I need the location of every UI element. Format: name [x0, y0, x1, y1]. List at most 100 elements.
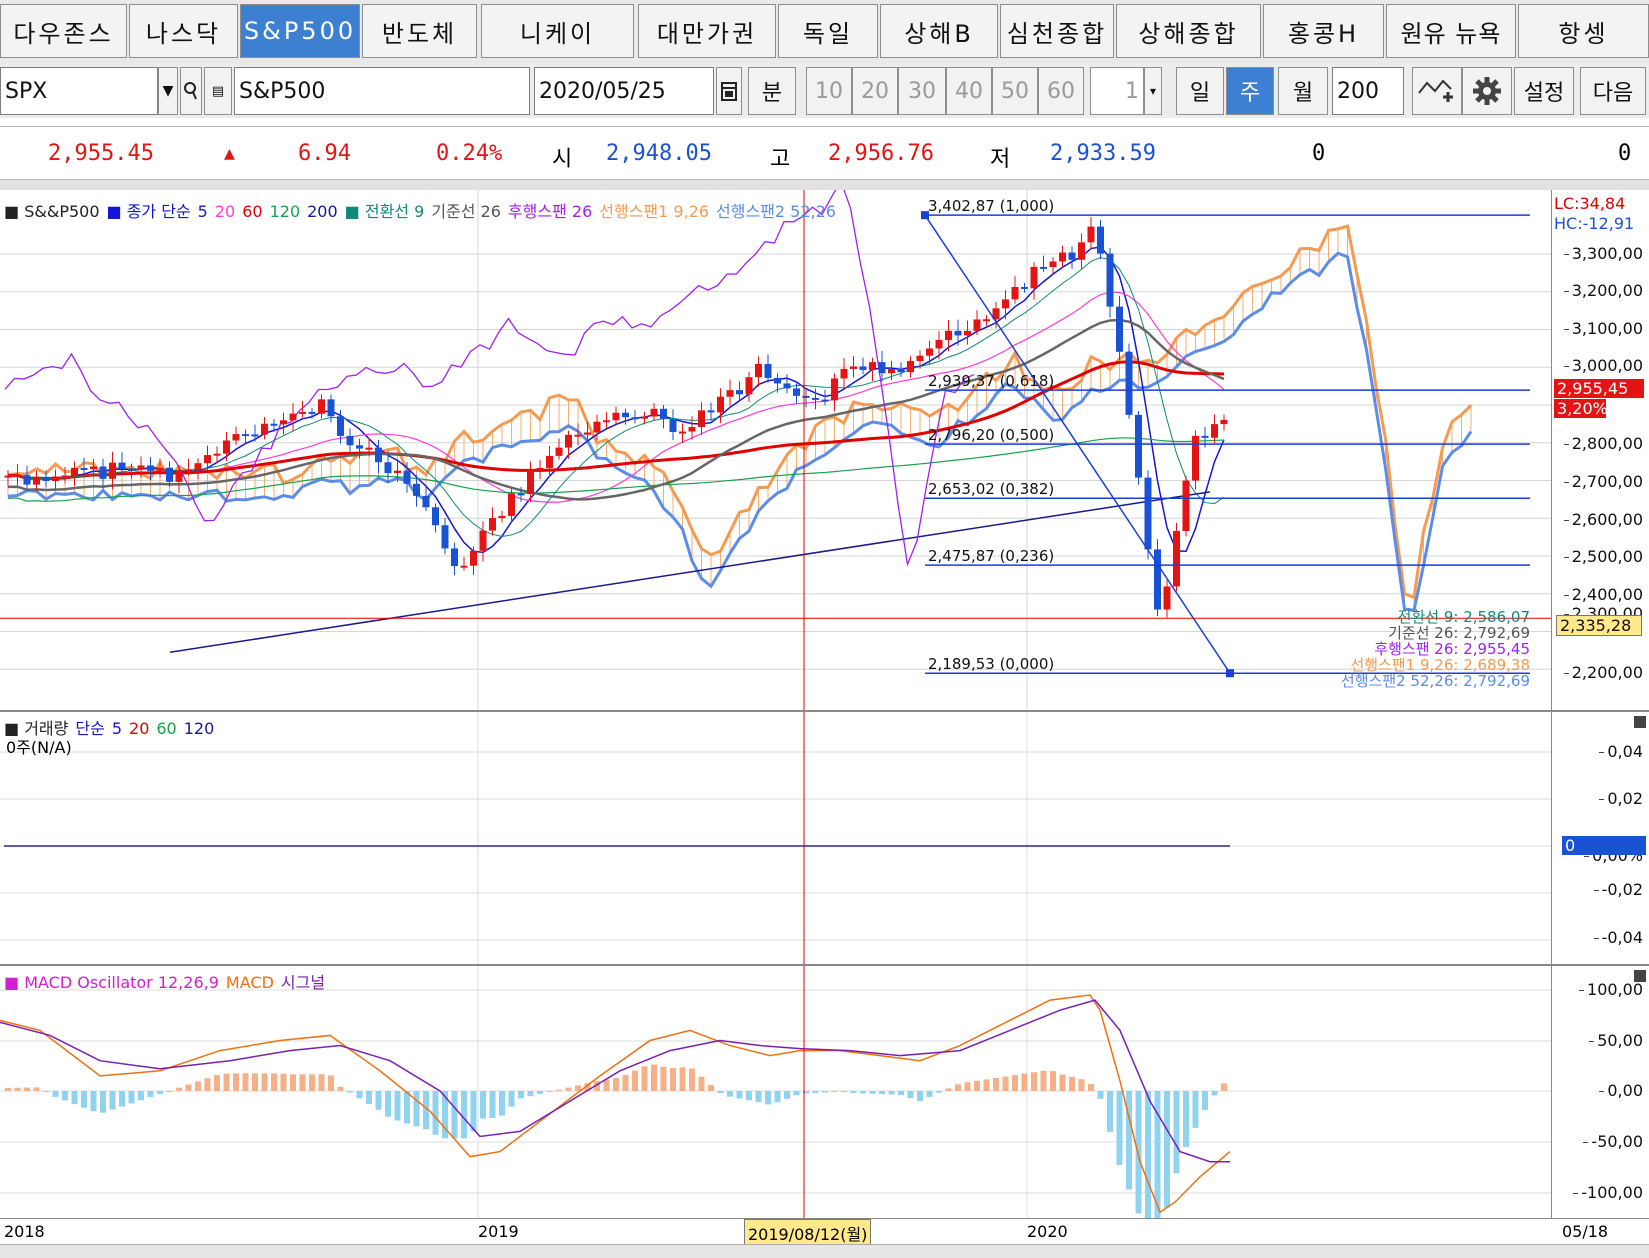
next-button[interactable]: 다음	[1580, 67, 1646, 115]
candle-body	[337, 416, 344, 436]
tab-taiwan[interactable]: 대만가권	[638, 4, 776, 58]
candle-body	[403, 470, 411, 484]
macd_panel-legend-item[interactable]: MACD	[226, 973, 274, 992]
count-input[interactable]: 1	[1090, 67, 1144, 115]
candle-body	[831, 378, 838, 401]
price-y-axis[interactable]: 3,300,00 3,200,00 3,100,00 3,000,00 2,800,00…	[1551, 190, 1649, 710]
symbol-dropdown[interactable]: ▼	[158, 67, 178, 115]
quote-bar: 2,955.45 ▲ 6.94 0.24% 시 2,948.05 고 2,956…	[0, 126, 1649, 180]
volume_panel-legend-item[interactable]: 5	[112, 719, 122, 738]
price-chart[interactable]: 3,402,87 (1,000)2,939,37 (0,618)2,796,20…	[0, 190, 1551, 710]
count-dropdown[interactable]: ▾	[1144, 67, 1162, 115]
price_panel-legend-item[interactable]: 20	[215, 202, 235, 221]
search-icon[interactable]	[180, 67, 202, 115]
volume_panel-legend-item[interactable]: 60	[156, 719, 176, 738]
tab-dow[interactable]: 다우존스	[0, 4, 127, 58]
period-20-button[interactable]: 20	[852, 67, 898, 115]
candle-body	[1144, 477, 1152, 550]
date-input[interactable]: 2020/05/25	[534, 67, 714, 115]
close-macd-panel-icon[interactable]	[1634, 970, 1646, 982]
volume_panel-legend-item[interactable]: 120	[184, 719, 215, 738]
volume-panel[interactable]: ■ 거래량 단순 5 20 60 120 0주(N/A)	[0, 712, 1551, 964]
oscillator-bar	[793, 1091, 800, 1096]
gear-icon[interactable]	[1462, 67, 1512, 115]
month-button[interactable]: 월	[1278, 67, 1328, 115]
period-60-button[interactable]: 60	[1038, 67, 1084, 115]
symbol-list-icon[interactable]: ▤	[204, 67, 232, 115]
candle-body	[688, 427, 696, 432]
period-30-button[interactable]: 30	[898, 67, 946, 115]
close-volume-panel-icon[interactable]	[1634, 716, 1646, 728]
oscillator-bar	[1135, 1091, 1142, 1214]
tab-hangseng[interactable]: 항셍	[1518, 4, 1649, 58]
macd-chart[interactable]	[0, 966, 1551, 1218]
tab-shenzhen[interactable]: 심천종합	[1000, 4, 1114, 58]
price_panel-legend-item[interactable]: 200	[307, 202, 338, 221]
settings-button[interactable]: 설정	[1514, 67, 1574, 115]
price_panel-legend-item[interactable]: ■ 전환선 9	[345, 202, 425, 221]
tab-germany[interactable]: 독일	[778, 4, 878, 58]
market-tab-bar: 다우존스 나스닥 S&P500 반도체 니케이 대만가권 독일 상해B 심천종합…	[0, 0, 1649, 64]
macd-panel[interactable]: ■ MACD Oscillator 12,26,9 MACD 시그널	[0, 966, 1551, 1218]
oscillator-bar	[736, 1091, 743, 1099]
oscillator-bar	[71, 1091, 78, 1105]
bar-count-input[interactable]: 200	[1332, 67, 1404, 115]
oscillator-bar	[81, 1091, 87, 1108]
price_panel-legend-item[interactable]: 선행스팬1 9,26	[599, 202, 709, 221]
price_panel-legend-item[interactable]: 기준선 26	[431, 202, 501, 221]
volume-y-axis[interactable]: 0,04 0,02 0,00% -0,02 -0,04 0	[1551, 712, 1649, 964]
oscillator-bar	[52, 1091, 59, 1097]
tab-sp500[interactable]: S&P500	[240, 4, 360, 58]
oscillator-bar	[898, 1091, 904, 1096]
candle-body	[90, 466, 97, 470]
minute-button[interactable]: 분	[748, 67, 796, 115]
chart-scrollbar[interactable]	[0, 1244, 1649, 1258]
calendar-icon[interactable]	[716, 67, 742, 115]
tab-crude-oil[interactable]: 원유 뉴욕	[1386, 4, 1516, 58]
volume-chart[interactable]	[0, 712, 1551, 964]
price_panel-legend-item[interactable]: 60	[242, 202, 262, 221]
week-button[interactable]: 주	[1226, 67, 1274, 115]
crosshair-price-marker: 2,335,28	[1556, 615, 1642, 636]
tab-shanghai-b[interactable]: 상해B	[880, 4, 998, 58]
cursor-date-marker: 2019/08/12(월)	[744, 1219, 872, 1247]
macd-y-axis[interactable]: 100,00 50,00 0,00 -50,00 -100,00	[1551, 966, 1649, 1218]
tab-nikkei[interactable]: 니케이	[481, 4, 634, 58]
candle-body	[23, 475, 31, 485]
macd_panel-legend-item[interactable]: ■ MACD Oscillator 12,26,9	[4, 973, 219, 992]
tab-semiconductor[interactable]: 반도체	[362, 4, 477, 58]
candle-body	[916, 355, 924, 362]
price-chart-panel[interactable]: 3,402,87 (1,000) 2,939,37 (0,618) 2,796,20…	[0, 190, 1551, 710]
x-label-last: 05/18	[1562, 1222, 1609, 1241]
oscillator-bar	[24, 1087, 30, 1091]
candle-body	[109, 462, 116, 479]
candle-body	[413, 483, 420, 496]
oscillator-bar	[746, 1091, 752, 1101]
day-button[interactable]: 일	[1176, 67, 1224, 115]
candle-body	[584, 432, 591, 435]
candle-body	[1135, 414, 1142, 478]
price_panel-legend-item[interactable]: 120	[270, 202, 301, 221]
tab-nasdaq[interactable]: 나스닥	[129, 4, 238, 58]
candle-body	[964, 330, 971, 336]
volume_panel-legend-item[interactable]: 20	[129, 719, 149, 738]
tab-hongkong-h[interactable]: 홍콩H	[1263, 4, 1384, 58]
symbol-input[interactable]: SPX	[0, 67, 158, 115]
y-tick-label: 0,00	[1599, 1081, 1643, 1100]
price_panel-legend-item[interactable]: 선행스팬2 52,26	[716, 202, 836, 221]
period-40-button[interactable]: 40	[946, 67, 992, 115]
period-50-button[interactable]: 50	[992, 67, 1038, 115]
volume_panel-legend-item[interactable]: 단순	[75, 719, 104, 738]
macd_panel-legend-item[interactable]: 시그널	[281, 973, 325, 992]
y-tick-label: 2,500,00	[1563, 547, 1643, 566]
time-axis[interactable]: 2018 2019 2020 05/18 2019/08/12(월)	[0, 1218, 1649, 1247]
price_panel-legend-item[interactable]: ■ 종가 단순	[107, 202, 191, 221]
tab-shanghai-composite[interactable]: 상해종합	[1116, 4, 1261, 58]
price_panel-legend-item[interactable]: ■ S&&P500	[4, 202, 100, 221]
candle-body	[318, 399, 325, 414]
price_panel-legend-item[interactable]: 후행스팬 26	[508, 202, 592, 221]
indicator-add-icon[interactable]	[1412, 67, 1462, 115]
price_panel-legend-item[interactable]: 5	[198, 202, 208, 221]
period-10-button[interactable]: 10	[806, 67, 852, 115]
candle-body	[536, 467, 544, 470]
